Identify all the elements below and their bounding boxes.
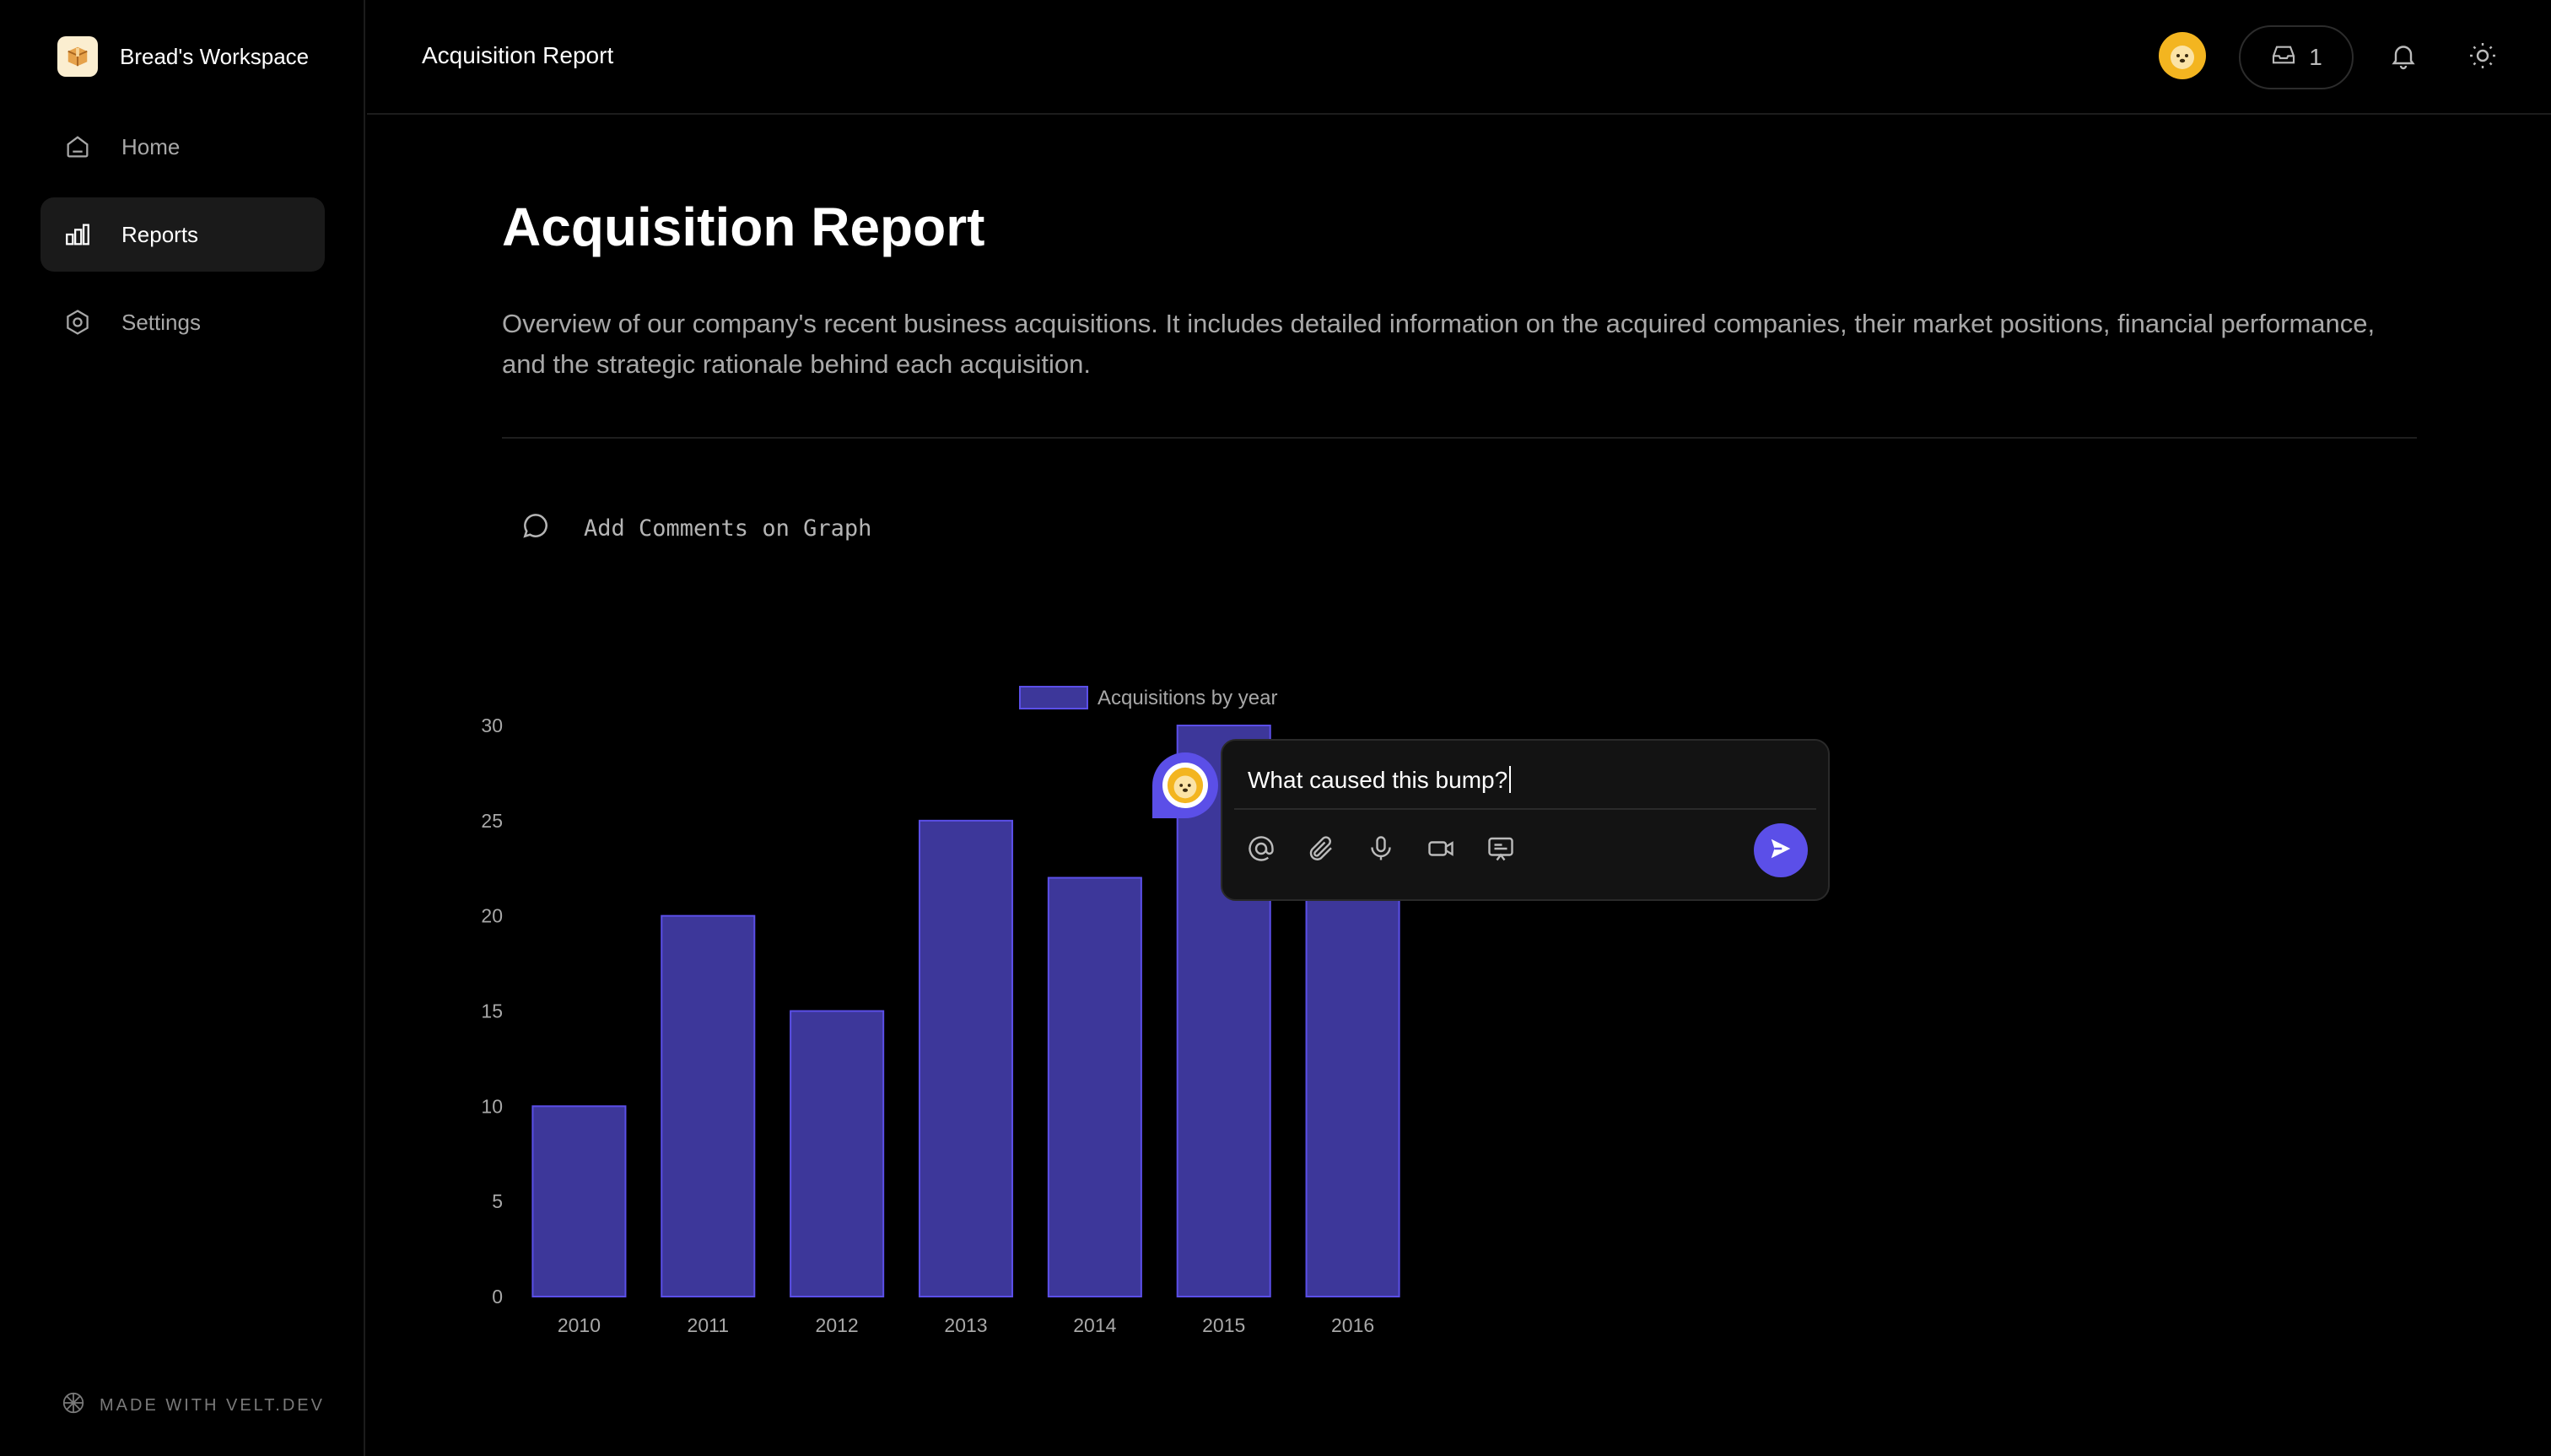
x-tick-label: 2010: [558, 1314, 601, 1336]
inbox-count: 1: [2309, 44, 2322, 70]
inbox-icon: [2270, 41, 2297, 74]
y-tick-label: 25: [481, 810, 503, 832]
avatar[interactable]: [2159, 32, 2206, 79]
text-caret: [1509, 766, 1512, 793]
workspace-switcher[interactable]: Bread's Workspace: [57, 35, 309, 78]
sidebar: Bread's Workspace Home Reports Settings …: [0, 0, 365, 1456]
x-tick-label: 2014: [1073, 1314, 1116, 1336]
sidebar-item-settings[interactable]: Settings: [40, 285, 325, 359]
bar-chart-icon: [61, 218, 94, 251]
home-icon: [61, 130, 94, 164]
workspace-name: Bread's Workspace: [120, 43, 310, 69]
inbox-button[interactable]: 1: [2239, 25, 2354, 89]
bar-2010[interactable]: [531, 1105, 627, 1298]
x-tick-label: 2015: [1202, 1314, 1245, 1336]
comment-pin[interactable]: [1152, 752, 1218, 818]
comment-text: What caused this bump?: [1248, 767, 1508, 793]
divider: [502, 437, 2417, 439]
y-tick-label: 0: [492, 1286, 503, 1308]
attachment-icon[interactable]: [1302, 830, 1340, 867]
comment-input[interactable]: What caused this bump?: [1248, 766, 1512, 794]
add-comments-button[interactable]: Add Comments on Graph: [520, 510, 871, 547]
bell-icon[interactable]: [2388, 40, 2422, 74]
microphone-icon[interactable]: [1362, 830, 1400, 867]
comment-composer: What caused this bump?: [1221, 739, 1830, 901]
y-tick-label: 5: [492, 1190, 503, 1212]
bar-2012[interactable]: [790, 1010, 885, 1297]
legend-label: Acquisitions by year: [1098, 687, 1277, 709]
composer-divider: [1234, 808, 1816, 810]
sidebar-item-home[interactable]: Home: [40, 110, 325, 184]
y-axis: 0 5 10 15 20 25 30: [481, 715, 503, 1308]
velt-logo-icon: [61, 1390, 86, 1421]
x-tick-label: 2013: [944, 1314, 987, 1336]
bar-2014[interactable]: [1047, 876, 1142, 1298]
y-tick-label: 10: [481, 1095, 503, 1117]
sidebar-nav: Home Reports Settings: [40, 110, 325, 373]
add-comments-label: Add Comments on Graph: [584, 515, 872, 542]
made-with-velt-link[interactable]: MADE WITH VELT.DEV: [61, 1390, 325, 1421]
comment-bubble-icon: [520, 510, 552, 547]
composer-toolbar: [1243, 830, 1542, 867]
x-tick-label: 2012: [816, 1314, 859, 1336]
commenter-avatar: [1162, 763, 1208, 808]
screen-share-icon[interactable]: [1482, 830, 1519, 867]
x-tick-label: 2016: [1331, 1314, 1374, 1336]
made-with-velt-label: MADE WITH VELT.DEV: [100, 1395, 325, 1415]
bar-2011[interactable]: [661, 914, 756, 1297]
send-button[interactable]: [1754, 823, 1808, 877]
y-tick-label: 20: [481, 905, 503, 927]
x-axis: 2010 2011 2012 2013 2014 2015 2016: [558, 1314, 1374, 1336]
sidebar-item-reports[interactable]: Reports: [40, 197, 325, 272]
page-title: Acquisition Report: [502, 197, 985, 257]
topbar-title: Acquisition Report: [422, 42, 614, 68]
mention-icon[interactable]: [1243, 830, 1280, 867]
send-icon: [1768, 836, 1793, 866]
y-tick-label: 15: [481, 1000, 503, 1022]
box-icon: [57, 36, 98, 77]
page-description: Overview of our company's recent busines…: [502, 309, 2376, 379]
settings-icon: [61, 305, 94, 339]
chart-legend: Acquisitions by year: [1019, 686, 1277, 709]
top-bar: Acquisition Report 1: [367, 0, 2551, 115]
sidebar-item-label: Reports: [121, 221, 199, 247]
sidebar-item-label: Settings: [121, 309, 201, 335]
bar-2013[interactable]: [918, 819, 1014, 1298]
x-tick-label: 2011: [688, 1314, 729, 1336]
video-camera-icon[interactable]: [1422, 830, 1459, 867]
y-tick-label: 30: [481, 715, 503, 736]
theme-toggle-sun-icon[interactable]: [2467, 40, 2501, 74]
sidebar-item-label: Home: [121, 133, 181, 159]
legend-swatch: [1019, 686, 1088, 709]
